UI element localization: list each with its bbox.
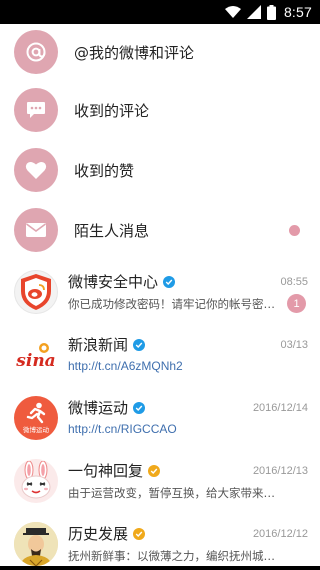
wifi-icon <box>224 5 241 18</box>
signal-icon <box>246 5 261 19</box>
message-sender: 新浪新闻 <box>68 336 129 354</box>
message-row-history[interactable]: 历史发展 2016/12/12 抚州新鲜事：以微薄之力，编织抚州城… <box>0 512 320 570</box>
message-time: 2016/12/14 <box>252 401 308 414</box>
sina-news-avatar: sina <box>14 332 58 377</box>
menu-item-mentions[interactable]: @我的微博和评论 <box>0 24 320 80</box>
message-row-weibo-sport[interactable]: 微博运动 微博运动 2016/12/14 http://t.cn/RIGCCAO <box>0 386 320 449</box>
weibo-sport-avatar: 微博运动 <box>14 395 58 440</box>
verified-icon <box>133 338 146 351</box>
message-time: 2016/12/12 <box>252 527 308 540</box>
status-time: 8:57 <box>283 4 312 20</box>
weibo-security-avatar <box>14 269 58 314</box>
unread-count-badge: 1 <box>287 294 306 313</box>
verified-icon <box>133 527 146 540</box>
verified-icon <box>163 275 176 288</box>
message-row-weibo-security[interactable]: 微博安全中心 08:55 你已成功修改密码！请牢记你的帐号密码… 1 <box>0 260 320 323</box>
message-row-reply-god[interactable]: 一句神回复 2016/12/13 由于运营改变，暂停互换，给大家带来… <box>0 449 320 512</box>
bottom-edge <box>0 566 320 570</box>
message-preview: 抚州新鲜事：以微薄之力，编织抚州城… <box>68 548 275 563</box>
message-time: 08:55 <box>280 275 308 288</box>
menu-item-stranger-messages[interactable]: 陌生人消息 <box>0 200 320 260</box>
heart-icon <box>14 148 58 192</box>
mail-icon <box>14 208 58 252</box>
menu-item-comments[interactable]: 收到的评论 <box>0 80 320 140</box>
status-bar: 8:57 <box>0 0 320 24</box>
comment-icon <box>14 88 58 132</box>
history-avatar <box>14 521 58 566</box>
message-preview: 你已成功修改密码！请牢记你的帐号密码… <box>68 296 287 311</box>
unread-dot <box>289 225 300 236</box>
message-sender: 微博运动 <box>68 399 129 417</box>
message-row-sina-news[interactable]: sina 新浪新闻 03/13 http://t.cn/A6zMQNh2 <box>0 323 320 386</box>
message-sender: 一句神回复 <box>68 462 144 480</box>
rabbit-avatar <box>14 458 58 503</box>
message-link[interactable]: http://t.cn/A6zMQNh2 <box>68 359 308 375</box>
menu-item-label: 收到的赞 <box>74 161 135 180</box>
battery-icon <box>266 4 276 20</box>
menu-item-label: 陌生人消息 <box>74 221 150 240</box>
sina-logo-text: sina <box>15 351 55 370</box>
menu-item-label: @我的微博和评论 <box>74 43 195 62</box>
message-time: 2016/12/13 <box>252 464 308 477</box>
message-preview: 由于运营改变，暂停互换，给大家带来… <box>68 485 275 500</box>
message-sender: 历史发展 <box>68 525 129 543</box>
message-sender: 微博安全中心 <box>68 273 159 291</box>
message-link[interactable]: http://t.cn/RIGCCAO <box>68 422 308 438</box>
verified-icon <box>148 464 161 477</box>
verified-icon <box>133 401 146 414</box>
message-time: 03/13 <box>280 338 308 351</box>
menu-item-label: 收到的评论 <box>74 101 150 120</box>
menu-item-likes[interactable]: 收到的赞 <box>0 140 320 200</box>
at-icon <box>14 30 58 74</box>
weibo-sport-logo-text: 微博运动 <box>23 425 49 434</box>
